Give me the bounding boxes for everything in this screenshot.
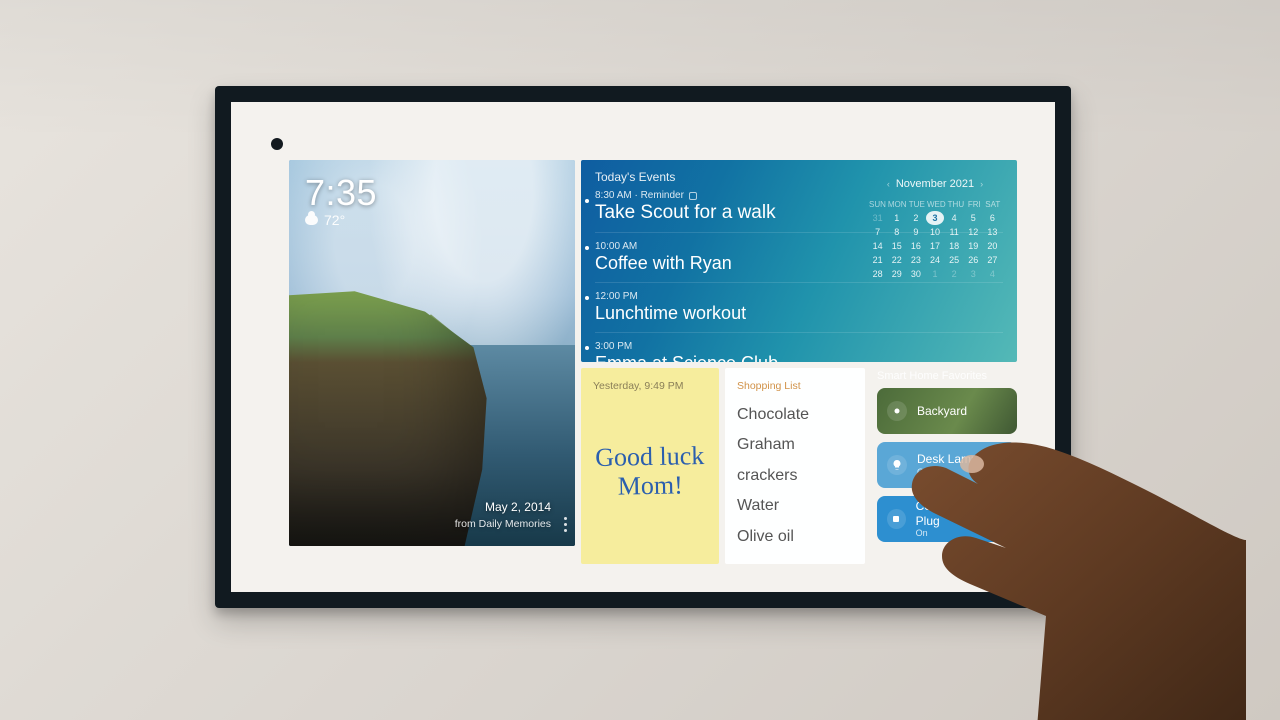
calendar-day[interactable]: 4	[946, 211, 963, 225]
weather-readout: 72°	[305, 212, 345, 228]
calendar-day[interactable]: 5	[965, 211, 982, 225]
calendar-day[interactable]: 14	[869, 239, 886, 253]
calendar-day[interactable]: 4	[984, 267, 1001, 281]
shopping-title: Shopping List	[737, 380, 853, 392]
calendar-day[interactable]: 17	[926, 239, 943, 253]
events-panel[interactable]: Today's Events 8:30 AM · Reminder Take S…	[581, 160, 1017, 362]
chevron-left-icon[interactable]: ‹	[887, 179, 890, 189]
plug-icon	[887, 509, 906, 529]
calendar-day[interactable]: 1	[926, 267, 943, 281]
shopping-list-widget[interactable]: Shopping List ChocolateGraham crackersWa…	[725, 368, 865, 564]
calendar-day[interactable]: 20	[984, 239, 1001, 253]
calendar-day[interactable]: 22	[888, 253, 905, 267]
calendar-day[interactable]: 9	[907, 225, 924, 239]
camera-icon	[887, 401, 907, 421]
calendar-day[interactable]: 6	[984, 211, 1001, 225]
event-item[interactable]: 12:00 PM Lunchtime workout	[595, 282, 1003, 332]
chevron-right-icon[interactable]: ›	[980, 179, 983, 189]
shopping-item[interactable]: Chocolate	[737, 400, 853, 430]
mini-calendar[interactable]: ‹November 2021› SUNMONTUEWEDTHUFRISAT 31…	[869, 178, 1001, 281]
calendar-day[interactable]: 16	[907, 239, 924, 253]
calendar-day[interactable]: 2	[907, 211, 924, 225]
camera-dot	[271, 138, 283, 150]
temperature: 72°	[324, 212, 345, 228]
event-item[interactable]: 3:00 PM Emma at Science Club	[595, 332, 1003, 362]
calendar-day[interactable]: 30	[907, 267, 924, 281]
calendar-day[interactable]: 18	[946, 239, 963, 253]
calendar-day[interactable]: 21	[869, 253, 886, 267]
clock-time: 7:35	[305, 172, 377, 214]
shopping-item[interactable]: Water	[737, 491, 853, 521]
note-body: Good luck Mom!	[592, 391, 709, 553]
calendar-day[interactable]: 8	[888, 225, 905, 239]
photo-source: from Daily Memories	[455, 517, 551, 532]
widgets-row: Yesterday, 9:49 PM Good luck Mom! Shoppi…	[581, 368, 1017, 564]
calendar-day[interactable]: 1	[888, 211, 905, 225]
sticky-note-widget[interactable]: Yesterday, 9:49 PM Good luck Mom!	[581, 368, 719, 564]
calendar-day[interactable]: 24	[926, 253, 943, 267]
reminder-icon	[689, 192, 697, 200]
calendar-day[interactable]: 2	[946, 267, 963, 281]
shopping-item[interactable]: Olive oil	[737, 522, 853, 552]
calendar-day[interactable]: 3	[965, 267, 982, 281]
cloud-icon	[305, 215, 318, 225]
calendar-day[interactable]: 7	[869, 225, 886, 239]
shopping-item[interactable]: Graham crackers	[737, 430, 853, 491]
calendar-day[interactable]: 23	[907, 253, 924, 267]
smart-title: Smart Home Favorites	[877, 370, 1017, 382]
device-mat: 7:35 72° May 2, 2014 from Daily Memories…	[231, 102, 1055, 592]
calendar-day[interactable]: 12	[965, 225, 982, 239]
photo-panel[interactable]: 7:35 72° May 2, 2014 from Daily Memories	[289, 160, 575, 546]
photo-date: May 2, 2014	[455, 499, 551, 516]
smart-tile-desk-lamp[interactable]: Desk LampOff	[877, 442, 1017, 488]
calendar-day[interactable]: 28	[869, 267, 886, 281]
home-screen: 7:35 72° May 2, 2014 from Daily Memories…	[289, 160, 1017, 546]
calendar-day[interactable]: 10	[926, 225, 943, 239]
calendar-day[interactable]: 19	[965, 239, 982, 253]
photo-meta: May 2, 2014 from Daily Memories	[455, 499, 551, 532]
more-icon[interactable]	[564, 517, 567, 532]
right-stack: Today's Events 8:30 AM · Reminder Take S…	[581, 160, 1017, 546]
smart-home-widget: Smart Home Favorites Backyard Desk LampO…	[871, 368, 1017, 564]
calendar-day[interactable]: 13	[984, 225, 1001, 239]
note-timestamp: Yesterday, 9:49 PM	[593, 380, 707, 392]
calendar-day[interactable]: 25	[946, 253, 963, 267]
calendar-day[interactable]: 29	[888, 267, 905, 281]
smart-tile-coffee-plug[interactable]: Coffee Smart PlugOn	[877, 496, 1017, 542]
calendar-day[interactable]: 26	[965, 253, 982, 267]
calendar-day[interactable]: 3	[926, 211, 943, 225]
calendar-day[interactable]: 31	[869, 211, 886, 225]
calendar-day[interactable]: 15	[888, 239, 905, 253]
smart-tile-backyard[interactable]: Backyard	[877, 388, 1017, 434]
bulb-icon	[887, 455, 907, 475]
shopping-items: ChocolateGraham crackersWaterOlive oil	[737, 400, 853, 552]
calendar-day[interactable]: 11	[946, 225, 963, 239]
calendar-day[interactable]: 27	[984, 253, 1001, 267]
device-frame: 7:35 72° May 2, 2014 from Daily Memories…	[215, 86, 1071, 608]
